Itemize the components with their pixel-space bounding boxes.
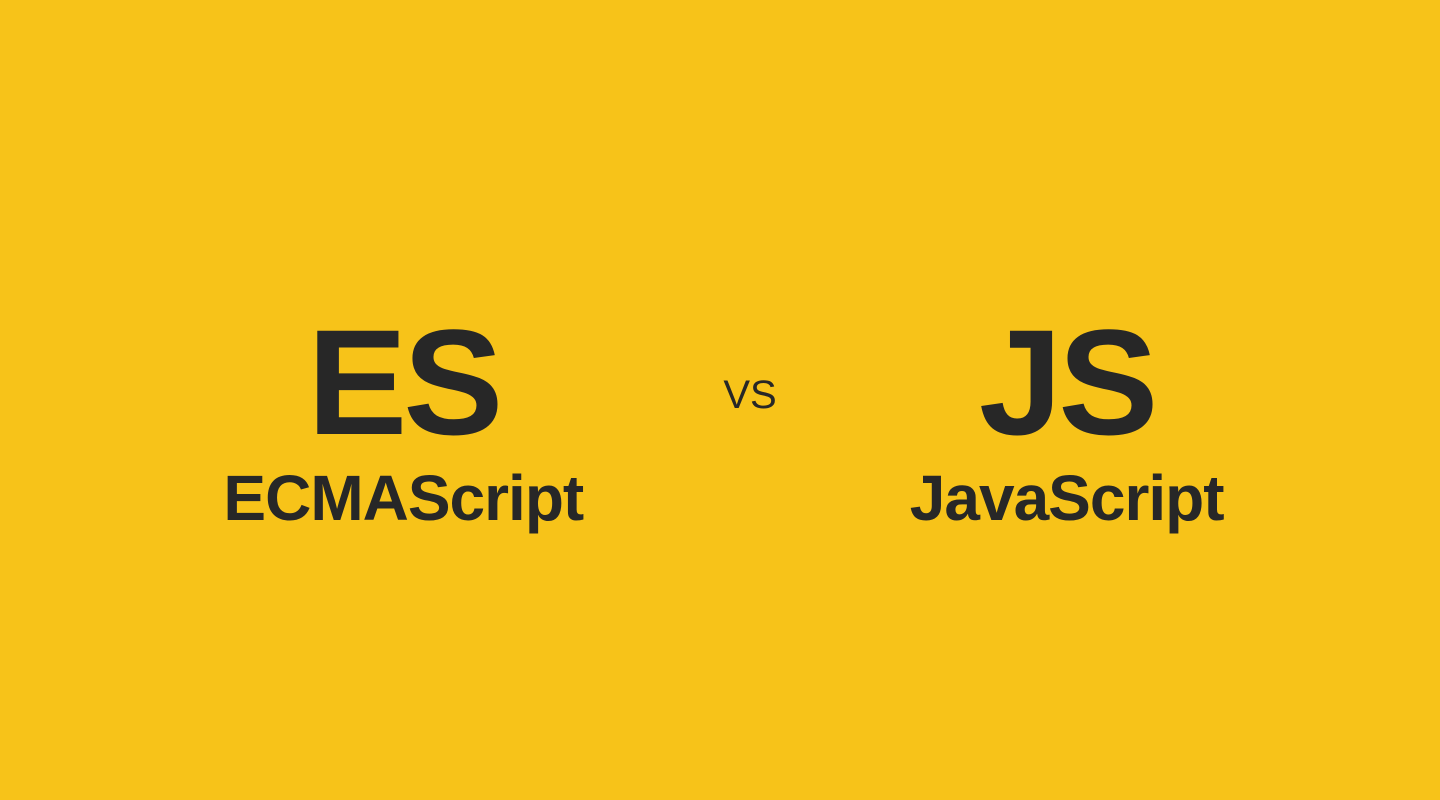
right-fullname: JavaScript <box>910 463 1224 533</box>
left-side-block: ES ECMAScript <box>193 307 613 533</box>
left-abbrev: ES <box>307 307 499 457</box>
right-abbrev: JS <box>979 307 1154 457</box>
left-fullname: ECMAScript <box>223 463 583 533</box>
vs-label: VS <box>723 373 776 418</box>
comparison-container: ES ECMAScript VS JS JavaScript <box>0 267 1440 533</box>
right-side-block: JS JavaScript <box>887 307 1247 533</box>
